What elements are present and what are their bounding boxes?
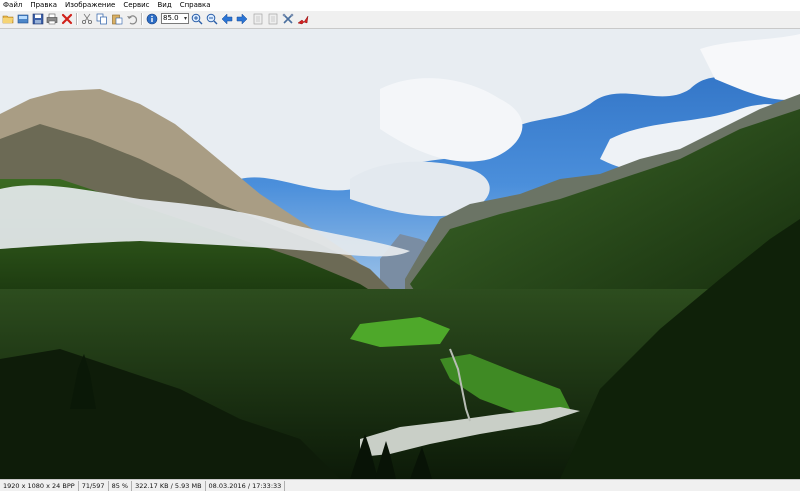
undo-icon[interactable]	[125, 12, 139, 26]
zoom-select[interactable]: 85.0 ▾	[161, 13, 189, 24]
thumbnails-icon[interactable]	[16, 12, 30, 26]
menu-tools[interactable]: Сервис	[119, 0, 153, 11]
status-datetime: 08.03.2016 / 17:33:33	[206, 480, 286, 491]
image-viewport[interactable]	[0, 29, 800, 479]
page-first-icon[interactable]	[251, 12, 265, 26]
tools-icon[interactable]	[281, 12, 295, 26]
open-folder-icon[interactable]	[1, 12, 15, 26]
paste-icon[interactable]	[110, 12, 124, 26]
zoom-in-icon[interactable]	[190, 12, 204, 26]
menu-file[interactable]: Файл	[0, 0, 26, 11]
status-zoom: 85 %	[109, 480, 133, 491]
toolbar-separator	[141, 13, 143, 25]
zoom-out-icon[interactable]	[205, 12, 219, 26]
delete-icon[interactable]	[60, 12, 74, 26]
landscape-image	[0, 29, 800, 479]
print-icon[interactable]	[45, 12, 59, 26]
zoom-select-value: 85.0	[163, 14, 179, 22]
status-index: 71/597	[79, 480, 109, 491]
status-bar: 1920 x 1080 x 24 BPP 71/597 85 % 322.17 …	[0, 479, 800, 491]
save-icon[interactable]	[31, 12, 45, 26]
status-dimensions: 1920 x 1080 x 24 BPP	[0, 480, 79, 491]
menu-view[interactable]: Вид	[154, 0, 176, 11]
copy-icon[interactable]	[95, 12, 109, 26]
toolbar-separator	[76, 13, 78, 25]
toolbar: 85.0 ▾	[0, 11, 800, 29]
arrow-right-icon[interactable]	[235, 12, 249, 26]
info-icon[interactable]	[145, 12, 159, 26]
arrow-left-icon[interactable]	[220, 12, 234, 26]
menu-bar: Файл Правка Изображение Сервис Вид Справ…	[0, 0, 800, 11]
menu-help[interactable]: Справка	[176, 0, 215, 11]
status-file-size: 322.17 KB / 5.93 MB	[132, 480, 206, 491]
menu-edit[interactable]: Правка	[26, 0, 61, 11]
exit-icon[interactable]	[296, 12, 310, 26]
chevron-down-icon: ▾	[183, 15, 187, 22]
menu-image[interactable]: Изображение	[61, 0, 119, 11]
cut-icon[interactable]	[80, 12, 94, 26]
page-last-icon[interactable]	[266, 12, 280, 26]
